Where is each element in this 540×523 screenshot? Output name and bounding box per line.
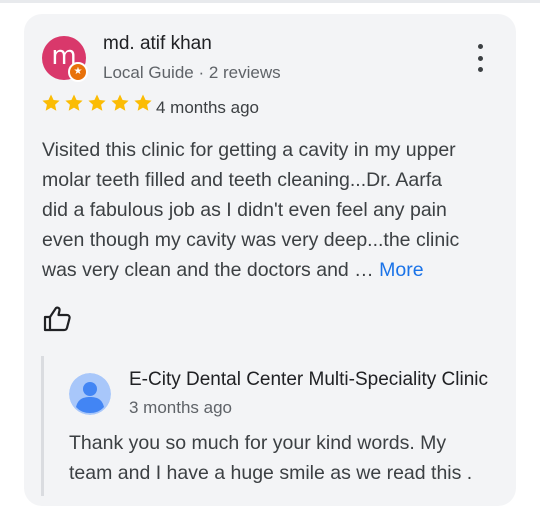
reviewer-meta: Local Guide · 2 reviews <box>103 63 281 82</box>
reply-divider <box>41 356 44 496</box>
thumbs-up-icon[interactable] <box>42 304 72 334</box>
more-vert-icon[interactable] <box>470 44 490 72</box>
local-guide-star-icon: ★ <box>68 62 88 82</box>
star-icon <box>42 94 60 111</box>
star-icon <box>88 94 106 111</box>
review-date: 4 months ago <box>156 98 260 117</box>
reviewer-name[interactable]: md. atif khan <box>103 33 212 55</box>
review-text: Visited this clinic for getting a cavity… <box>42 135 512 285</box>
review-card: m ★ md. atif khan Local Guide · 2 review… <box>24 14 516 506</box>
default-profile-icon[interactable] <box>69 373 111 415</box>
star-rating <box>41 93 156 113</box>
owner-reply-text: Thank you so much for your kind words. M… <box>69 432 473 484</box>
owner-name: E-City Dental Center Multi-Speciality Cl… <box>129 369 488 390</box>
more-link[interactable]: More <box>379 259 423 281</box>
star-icon <box>65 94 83 111</box>
star-icon <box>111 94 129 111</box>
star-icon <box>134 94 152 111</box>
top-divider <box>0 0 540 3</box>
owner-reply-date: 3 months ago <box>129 398 233 417</box>
